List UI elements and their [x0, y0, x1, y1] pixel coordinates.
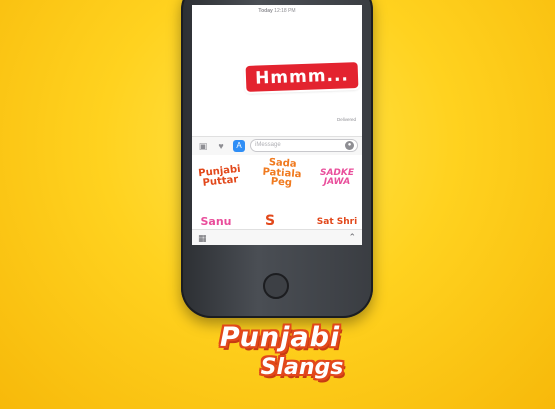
sticker-tray: Punjabi Puttar Sada Patiala Peg SADKE JA…: [192, 155, 362, 229]
sticker-punjabi-puttar[interactable]: Punjabi Puttar: [197, 164, 243, 188]
logo-line-1: Punjabi: [219, 322, 341, 353]
page-indicator: [266, 236, 281, 245]
imessage-placeholder: iMessage: [255, 142, 281, 148]
imessage-input[interactable]: iMessage ●: [250, 139, 358, 152]
sticker-s[interactable]: S: [260, 214, 280, 228]
sticker-sada-patiala-peg[interactable]: Sada Patiala Peg: [259, 157, 305, 189]
sticker-sanu[interactable]: Sanu: [196, 216, 236, 227]
microphone-icon[interactable]: ●: [345, 141, 354, 150]
home-button[interactable]: [263, 273, 289, 299]
timestamp-time: 12:18 PM: [274, 8, 296, 14]
camera-icon[interactable]: ▣: [197, 140, 209, 152]
messages-screen: Today 12:18 PM ਨਾ Hmmm... Delivered ▣ ♥ …: [192, 5, 362, 245]
sticker-sat-shri[interactable]: Sat Shri: [316, 218, 358, 227]
app-grid-icon[interactable]: ▦: [198, 233, 207, 243]
digital-touch-icon[interactable]: ♥: [215, 140, 227, 152]
compose-toolbar: ▣ ♥ A iMessage ●: [192, 136, 362, 156]
delivered-label: Delivered: [336, 117, 356, 122]
phone-device: Today 12:18 PM ਨਾ Hmmm... Delivered ▣ ♥ …: [181, 0, 373, 318]
message-timestamp: Today 12:18 PM: [192, 8, 362, 14]
logo-line-2: Slangs: [260, 355, 344, 380]
app-drawer-bar: ▦ ⌃: [192, 229, 362, 245]
expand-chevron-up-icon[interactable]: ⌃: [348, 232, 356, 243]
sent-sticker-hmmm[interactable]: Hmmm...: [245, 62, 359, 92]
sticker-sadke-jawa[interactable]: SADKE JAWA: [314, 168, 360, 186]
timestamp-day: Today: [258, 8, 273, 14]
app-logo: Punjabi Slangs: [190, 322, 370, 380]
app-store-icon[interactable]: A: [233, 140, 245, 152]
